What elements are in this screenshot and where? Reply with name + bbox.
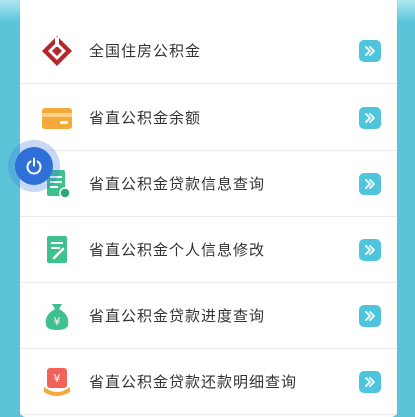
menu-item-personal-info-edit[interactable]: 省直公积金个人信息修改	[20, 217, 397, 283]
menu-item-label: 省直公积金贷款进度查询	[89, 307, 266, 325]
floating-power-button[interactable]	[8, 140, 60, 192]
arrow-button[interactable]	[359, 106, 381, 129]
double-chevron-right-icon	[365, 45, 375, 56]
arrow-button[interactable]	[359, 172, 381, 195]
double-chevron-right-icon	[365, 310, 375, 321]
arrow-button[interactable]	[359, 238, 381, 261]
svg-text:¥: ¥	[54, 372, 61, 385]
edit-document-icon	[47, 235, 67, 263]
menu-item-label: 省直公积金余额	[89, 109, 202, 127]
arrow-button[interactable]	[359, 370, 381, 393]
menu-item-balance[interactable]: 省直公积金余额	[20, 85, 397, 151]
double-chevron-right-icon	[365, 112, 375, 123]
floating-power-button-core[interactable]	[15, 147, 53, 185]
repayment-receipt-icon: ¥	[44, 367, 70, 396]
menu-card: 全国住房公积金 省直公积金余额 省直公积金贷款信息查询 省直公积金个人信息修改 …	[20, 0, 397, 417]
housing-fund-logo-icon	[42, 35, 72, 66]
double-chevron-right-icon	[365, 244, 375, 255]
menu-item-label: 省直公积金贷款还款明细查询	[89, 373, 298, 391]
menu-item-label: 全国住房公积金	[89, 42, 202, 60]
arrow-button[interactable]	[359, 304, 381, 327]
power-icon	[26, 157, 42, 175]
arrow-button[interactable]	[359, 39, 381, 62]
double-chevron-right-icon	[365, 376, 375, 387]
svg-text:¥: ¥	[54, 315, 61, 328]
menu-item-loan-progress-query[interactable]: ¥ 省直公积金贷款进度查询	[20, 283, 397, 349]
card-icon	[42, 107, 72, 129]
double-chevron-right-icon	[365, 178, 375, 189]
money-bag-icon: ¥	[45, 303, 69, 330]
menu-item-national-housing-fund[interactable]: 全国住房公积金	[20, 18, 397, 84]
menu-item-label: 省直公积金个人信息修改	[89, 241, 266, 259]
menu-item-repayment-detail-query[interactable]: ¥ 省直公积金贷款还款明细查询	[20, 349, 397, 415]
menu-item-label: 省直公积金贷款信息查询	[89, 175, 266, 193]
menu-item-loan-info-query[interactable]: 省直公积金贷款信息查询	[20, 151, 397, 217]
